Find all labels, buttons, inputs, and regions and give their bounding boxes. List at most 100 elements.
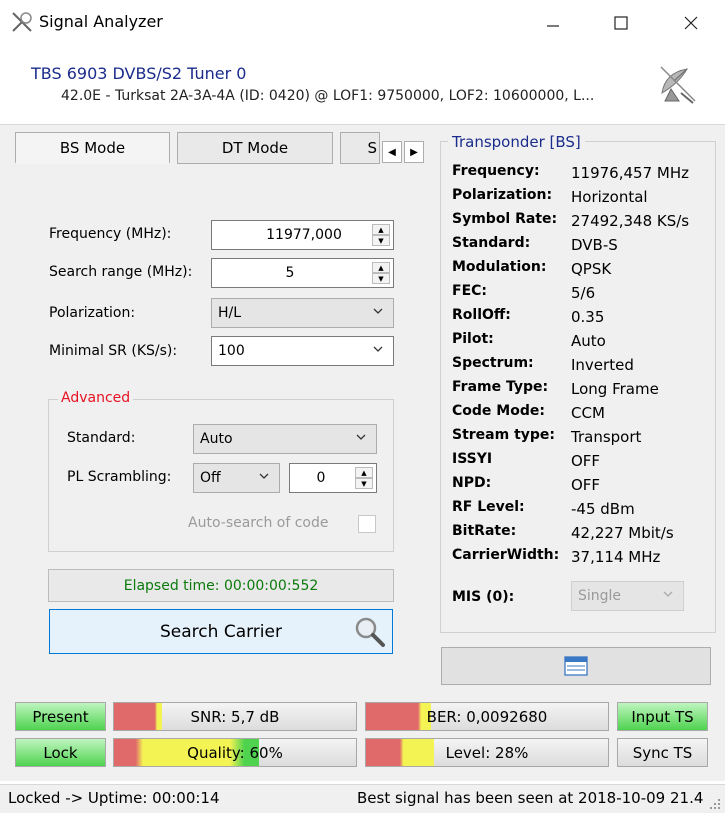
level-text: Level: 28%	[445, 743, 529, 762]
chevron-down-icon	[373, 346, 383, 352]
tuner-name: TBS 6903 DVBS/S2 Tuner 0	[31, 64, 247, 83]
chevron-down-icon	[259, 473, 269, 479]
tuner-info: 42.0E - Turksat 2A-3A-4A (ID: 0420) @ LO…	[61, 88, 595, 104]
elapsed-time: Elapsed time: 00:00:00:552	[48, 569, 394, 602]
transponder-value: -45 dBm	[571, 500, 635, 518]
transponder-value: 5/6	[571, 284, 596, 302]
minimize-button[interactable]	[530, 0, 576, 46]
polarization-label: Polarization:	[49, 305, 136, 321]
transponder-value: Transport	[571, 428, 642, 446]
transponder-key: Frame Type:	[452, 379, 549, 395]
tab-s-mode[interactable]: S	[340, 132, 380, 164]
auto-search-label: Auto-search of code	[188, 515, 329, 531]
chevron-down-icon	[356, 434, 366, 440]
pl-code-value: 0	[316, 470, 326, 486]
transponder-value: CCM	[571, 404, 605, 422]
transponder-key: Frequency:	[452, 163, 540, 179]
mis-label: MIS (0):	[452, 589, 515, 605]
level-bar: Level: 28%	[365, 738, 609, 767]
transponder-key: RollOff:	[452, 307, 511, 323]
transponder-key: ISSYI	[452, 451, 493, 467]
quality-text: Quality: 60%	[187, 743, 283, 762]
transponder-key: Modulation:	[452, 259, 547, 275]
transponder-value: Inverted	[571, 356, 634, 374]
quality-bar: Quality: 60%	[113, 738, 357, 767]
lock-indicator: Lock	[15, 738, 106, 767]
ber-bar: BER: 0,0092680	[365, 702, 609, 731]
mis-value: Single	[578, 588, 622, 604]
transponder-key: NPD:	[452, 475, 492, 491]
search-range-label: Search range (MHz):	[49, 264, 193, 280]
pl-code-field[interactable]: 0 ▲ ▼	[289, 463, 377, 493]
tab-scroll-right-button[interactable]: ▶	[404, 141, 424, 163]
transponder-key: Pilot:	[452, 331, 494, 347]
maximize-button[interactable]	[598, 0, 644, 46]
close-icon	[684, 16, 698, 30]
status-right: Best signal has been seen at 2018-10-09 …	[357, 789, 704, 807]
search-range-field[interactable]: 5 ▲ ▼	[211, 258, 394, 288]
window-title: Signal Analyzer	[39, 12, 163, 31]
transponder-value: Auto	[571, 332, 606, 350]
input-ts-indicator: Input TS	[617, 702, 708, 731]
close-button[interactable]	[668, 0, 714, 46]
transponder-key: RF Level:	[452, 499, 525, 515]
transponder-key: FEC:	[452, 283, 487, 299]
transponder-value: 42,227 Mbit/s	[571, 524, 674, 542]
chevron-down-icon	[663, 591, 673, 597]
tab-bs-mode[interactable]: BS Mode	[15, 132, 170, 164]
search-range-spinner[interactable]: ▲ ▼	[372, 262, 390, 284]
frequency-label: Frequency (MHz):	[49, 226, 172, 242]
polarization-value: H/L	[218, 305, 242, 321]
transponder-value: DVB-S	[571, 236, 618, 254]
tab-dt-mode[interactable]: DT Mode	[177, 132, 333, 164]
frequency-spinner[interactable]: ▲ ▼	[372, 224, 390, 246]
transponder-key: Code Mode:	[452, 403, 545, 419]
details-button[interactable]	[441, 647, 711, 685]
minimal-sr-label: Minimal SR (KS/s):	[49, 343, 178, 359]
resize-grip-icon[interactable]	[709, 798, 721, 810]
standard-select[interactable]: Auto	[193, 424, 377, 454]
transponder-value: OFF	[571, 452, 601, 470]
transponder-value: 27492,348 KS/s	[571, 212, 690, 230]
snr-bar: SNR: 5,7 dB	[113, 702, 357, 731]
transponder-key: BitRate:	[452, 523, 517, 539]
minimal-sr-select[interactable]: 100	[211, 336, 394, 366]
frequency-field[interactable]: 11977,000 ▲ ▼	[211, 220, 394, 250]
search-carrier-label: Search Carrier	[160, 621, 282, 642]
transponder-value: OFF	[571, 476, 601, 494]
transponder-value: 0.35	[571, 308, 605, 326]
maximize-icon	[614, 16, 628, 30]
transponder-value: 37,114 MHz	[571, 548, 661, 566]
transponder-value: Horizontal	[571, 188, 648, 206]
satellite-dish-icon[interactable]	[657, 63, 699, 105]
transponder-key: Spectrum:	[452, 355, 534, 371]
transponder-value: 11976,457 MHz	[571, 164, 689, 182]
transponder-value: Long Frame	[571, 380, 659, 398]
pl-scrambling-label: PL Scrambling:	[67, 469, 172, 485]
minimal-sr-value: 100	[218, 343, 245, 359]
standard-value: Auto	[200, 431, 233, 447]
app-icon	[10, 10, 34, 34]
list-icon	[564, 656, 588, 676]
transponder-key: Polarization:	[452, 187, 553, 203]
auto-search-checkbox[interactable]	[358, 515, 376, 533]
pl-scrambling-value: Off	[200, 470, 221, 486]
search-range-value: 5	[285, 265, 295, 281]
transponder-key: Symbol Rate:	[452, 211, 558, 227]
pl-code-spinner[interactable]: ▲ ▼	[355, 467, 373, 489]
magnifier-icon	[355, 617, 385, 647]
search-carrier-button[interactable]: Search Carrier	[49, 609, 393, 654]
frequency-value: 11977,000	[266, 227, 342, 243]
transponder-key: Stream type:	[452, 427, 556, 443]
present-indicator: Present	[15, 702, 106, 731]
mis-select[interactable]: Single	[571, 581, 684, 611]
header	[0, 46, 725, 124]
status-left: Locked -> Uptime: 00:00:14	[8, 789, 220, 807]
pl-scrambling-select[interactable]: Off	[193, 463, 280, 493]
transponder-key: CarrierWidth:	[452, 547, 560, 563]
tab-scroll-left-button[interactable]: ◀	[382, 141, 402, 163]
snr-text: SNR: 5,7 dB	[190, 707, 280, 726]
transponder-value: QPSK	[571, 260, 612, 278]
polarization-select[interactable]: H/L	[211, 298, 394, 328]
advanced-title: Advanced	[58, 390, 134, 406]
